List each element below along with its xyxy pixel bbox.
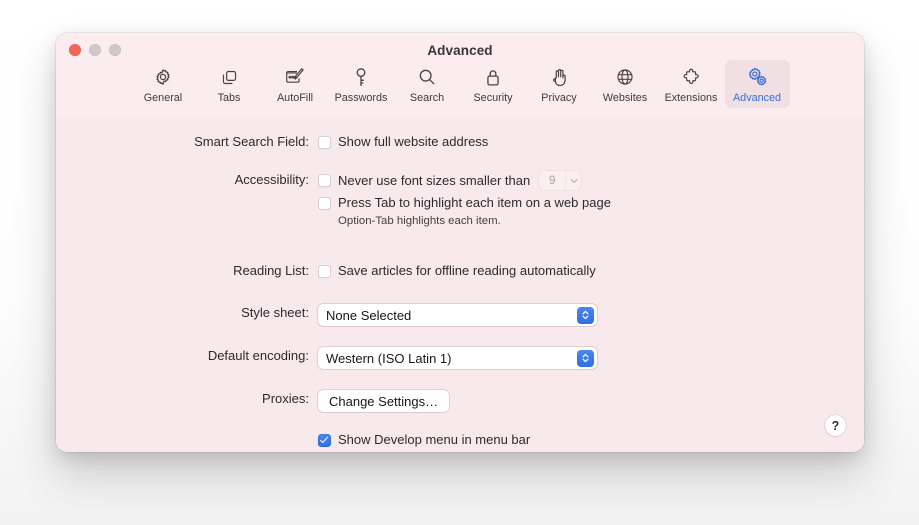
smart-search-field-label: Smart Search Field: — [194, 134, 309, 149]
tab-advanced[interactable]: Advanced — [724, 60, 790, 108]
tabs-icon — [215, 65, 243, 89]
row-reading-list: Reading List: Save articles for offline … — [56, 262, 864, 280]
magnifier-icon — [413, 65, 441, 89]
change-settings-button[interactable]: Change Settings… — [318, 390, 450, 412]
help-button[interactable]: ? — [825, 415, 846, 436]
tab-websites[interactable]: Websites — [593, 60, 658, 108]
row-style-sheet: Style sheet: None Selected — [56, 304, 864, 326]
tab-websites-label: Websites — [602, 92, 648, 104]
show-develop-menu-checkbox[interactable] — [318, 433, 331, 447]
style-sheet-label: Style sheet: — [241, 305, 309, 320]
minimum-font-size-popup[interactable]: 9 — [539, 171, 582, 190]
row-proxies: Proxies: Change Settings… — [56, 390, 864, 412]
show-develop-menu-checkbox-row[interactable]: Show Develop menu in menu bar — [318, 431, 530, 449]
hand-icon — [545, 65, 573, 89]
tab-search-label: Search — [409, 92, 445, 104]
show-develop-menu-label: Show Develop menu in menu bar — [338, 432, 531, 447]
puzzle-piece-icon — [677, 65, 705, 89]
screen: Advanced General Tabs AutoFill Passwords… — [0, 0, 919, 525]
tab-search[interactable]: Search — [395, 60, 460, 108]
never-use-font-sizes-checkbox-row[interactable]: Never use font sizes smaller than — [318, 172, 530, 190]
preferences-toolbar: General Tabs AutoFill Passwords Search S… — [56, 60, 864, 108]
lock-icon — [479, 65, 507, 89]
row-accessibility-press-tab: Press Tab to highlight each item on a we… — [56, 194, 864, 229]
key-icon — [347, 65, 375, 89]
tab-security-label: Security — [473, 92, 513, 104]
tab-autofill[interactable]: AutoFill — [263, 60, 328, 108]
tab-tabs[interactable]: Tabs — [197, 60, 262, 108]
style-sheet-popup[interactable]: None Selected — [318, 304, 597, 326]
advanced-settings-pane: Smart Search Field: Show full website ad… — [56, 117, 864, 452]
tab-advanced-label: Advanced — [732, 92, 782, 104]
tab-general[interactable]: General — [131, 60, 196, 108]
chevron-down-icon — [565, 171, 581, 190]
tab-privacy[interactable]: Privacy — [527, 60, 592, 108]
accessibility-label: Accessibility: — [234, 172, 309, 187]
default-encoding-value: Western (ISO Latin 1) — [326, 350, 452, 366]
tab-tabs-label: Tabs — [217, 92, 241, 104]
gear-icon — [149, 65, 177, 89]
show-full-website-address-checkbox-row[interactable]: Show full website address — [318, 133, 488, 151]
tab-privacy-label: Privacy — [541, 92, 577, 104]
chevron-up-down-icon — [577, 349, 594, 367]
show-full-website-address-label: Show full website address — [338, 134, 489, 149]
autofill-pencil-icon — [281, 65, 309, 89]
tab-passwords[interactable]: Passwords — [329, 60, 394, 108]
globe-icon — [611, 65, 639, 89]
double-gear-icon — [743, 65, 771, 89]
row-smart-search-field: Smart Search Field: Show full website ad… — [56, 133, 864, 151]
row-accessibility-font-size: Accessibility: Never use font sizes smal… — [56, 171, 864, 190]
minimum-font-size-value: 9 — [549, 174, 556, 187]
press-tab-label: Press Tab to highlight each item on a we… — [338, 195, 611, 210]
tab-passwords-label: Passwords — [334, 92, 388, 104]
save-articles-offline-checkbox-row[interactable]: Save articles for offline reading automa… — [318, 262, 596, 280]
press-tab-checkbox-row[interactable]: Press Tab to highlight each item on a we… — [318, 194, 611, 212]
show-full-website-address-checkbox[interactable] — [318, 135, 331, 149]
option-tab-note: Option-Tab highlights each item. — [338, 215, 501, 227]
tab-extensions-label: Extensions — [664, 92, 718, 104]
press-tab-checkbox[interactable] — [318, 196, 331, 210]
safari-preferences-window: Advanced General Tabs AutoFill Passwords… — [56, 33, 864, 452]
reading-list-label: Reading List: — [233, 263, 309, 278]
never-use-font-sizes-label: Never use font sizes smaller than — [338, 172, 531, 188]
row-develop-menu: Show Develop menu in menu bar — [56, 431, 864, 449]
tab-extensions[interactable]: Extensions — [659, 60, 724, 108]
style-sheet-value: None Selected — [326, 307, 412, 323]
chevron-up-down-icon — [577, 306, 594, 324]
window-titlebar: Advanced General Tabs AutoFill Passwords… — [56, 33, 864, 118]
save-articles-offline-label: Save articles for offline reading automa… — [338, 263, 596, 278]
tab-general-label: General — [143, 92, 183, 104]
row-default-encoding: Default encoding: Western (ISO Latin 1) — [56, 347, 864, 369]
tab-security[interactable]: Security — [461, 60, 526, 108]
default-encoding-popup[interactable]: Western (ISO Latin 1) — [318, 347, 597, 369]
never-use-font-sizes-checkbox[interactable] — [318, 174, 331, 187]
tab-autofill-label: AutoFill — [276, 92, 313, 104]
proxies-label: Proxies: — [262, 391, 309, 406]
window-title: Advanced — [427, 43, 493, 58]
default-encoding-label: Default encoding: — [207, 348, 309, 363]
save-articles-offline-checkbox[interactable] — [318, 264, 331, 278]
